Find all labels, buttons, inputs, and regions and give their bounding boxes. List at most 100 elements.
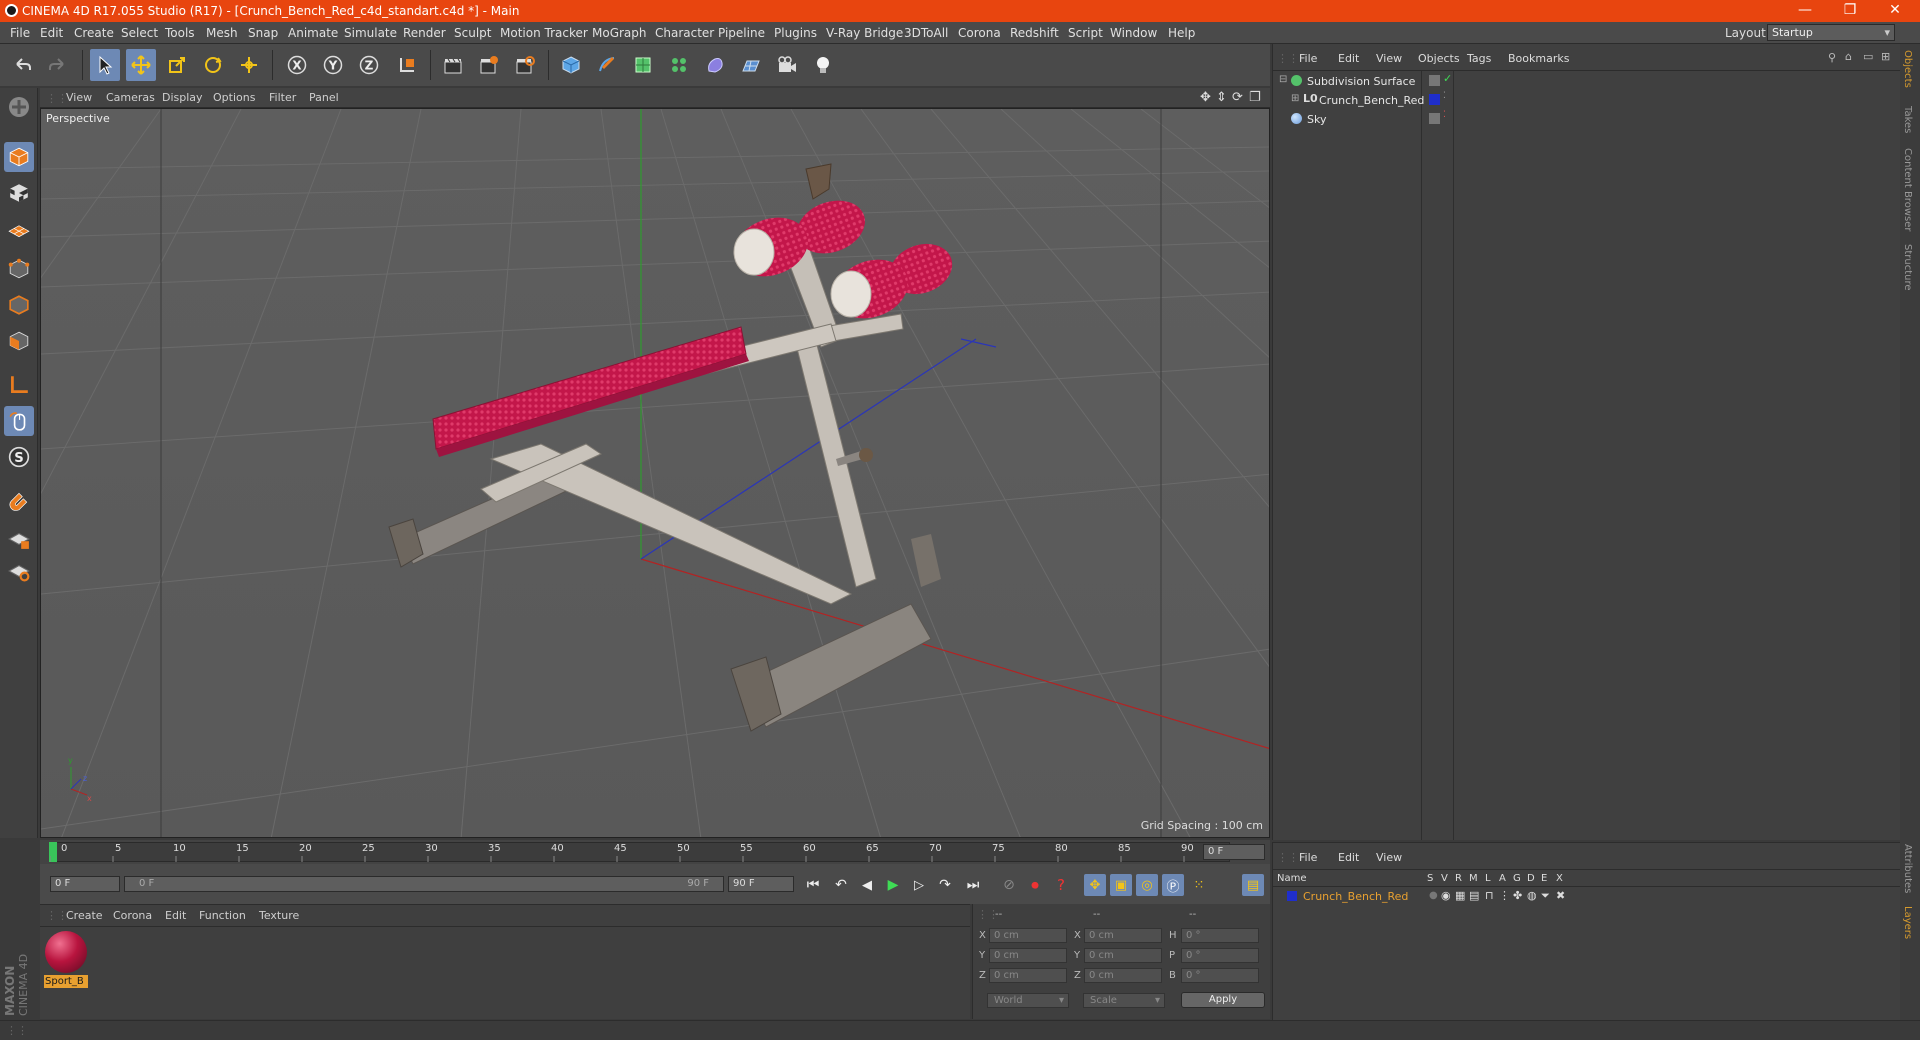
menu-character[interactable]: Character	[655, 26, 714, 40]
position-z-field[interactable]: 0 cm	[989, 968, 1067, 983]
menu-animate[interactable]: Animate	[288, 26, 338, 40]
add-environment-button[interactable]	[736, 49, 766, 81]
manager-icon[interactable]: ▤	[1469, 889, 1479, 902]
material-menu-function[interactable]: Function	[199, 909, 246, 922]
material-menu-texture[interactable]: Texture	[259, 909, 299, 922]
object-menu-edit[interactable]: Edit	[1338, 52, 1359, 65]
menu-script[interactable]: Script	[1068, 26, 1103, 40]
coordinate-mode-select[interactable]: World ▾	[987, 993, 1069, 1008]
home-icon[interactable]: ⌂	[1845, 50, 1852, 63]
rotation-b-field[interactable]: 0 °	[1181, 968, 1259, 983]
x-axis-button[interactable]: X	[282, 49, 312, 81]
y-axis-button[interactable]: Y	[318, 49, 348, 81]
menu-redshift[interactable]: Redshift	[1010, 26, 1059, 40]
menu-3dtoall[interactable]: 3DToAll	[904, 26, 948, 40]
solo-mode-button[interactable]: S	[4, 442, 34, 472]
key-position-button[interactable]: ✥	[1084, 874, 1106, 896]
tab-structure[interactable]: Structure	[1902, 244, 1913, 291]
model-mode-button[interactable]	[4, 142, 34, 172]
add-mograph-button[interactable]	[664, 49, 694, 81]
material-menu-create[interactable]: Create	[66, 909, 103, 922]
viewport-menu-display[interactable]: Display	[162, 91, 203, 104]
add-cube-button[interactable]	[556, 49, 586, 81]
edges-mode-button[interactable]	[4, 290, 34, 320]
go-to-end-button[interactable]: ⏭	[962, 874, 984, 896]
expression-icon[interactable]: ⏷	[1541, 889, 1550, 903]
apply-button[interactable]: Apply	[1181, 992, 1265, 1008]
close-button[interactable]: ✕	[1875, 2, 1915, 18]
viewport-move-icon[interactable]: ✥	[1200, 90, 1211, 105]
transform-tool-button[interactable]	[234, 49, 264, 81]
viewport-menu-options[interactable]: Options	[213, 91, 255, 104]
object-menu-tags[interactable]: Tags	[1467, 52, 1491, 65]
add-deformer-button[interactable]	[700, 49, 730, 81]
position-x-field[interactable]: 0 cm	[989, 928, 1067, 943]
menu-sculpt[interactable]: Sculpt	[454, 26, 491, 40]
move-tool-button[interactable]	[126, 49, 156, 81]
menu-motion-tracker[interactable]: Motion Tracker	[500, 26, 588, 40]
key-parameter-button[interactable]: Ⓟ	[1162, 874, 1184, 896]
size-x-field[interactable]: 0 cm	[1084, 928, 1162, 943]
timeline-ruler[interactable]: 0 5 10 15 20 25 30 35 40 45 50 55 60 65 …	[40, 840, 1270, 864]
menu-create[interactable]: Create	[74, 26, 114, 40]
object-row-sky[interactable]: Sky ⁚	[1275, 110, 1901, 129]
render-view-button[interactable]	[438, 49, 468, 81]
rotation-p-field[interactable]: 0 °	[1181, 948, 1259, 963]
add-spline-button[interactable]	[592, 49, 622, 81]
add-light-button[interactable]	[808, 49, 838, 81]
end-frame-field[interactable]: 90 F	[728, 876, 794, 892]
motion-record-button[interactable]: ⊘	[998, 874, 1020, 896]
previous-key-button[interactable]: ↶	[830, 874, 852, 896]
generator-icon[interactable]: ✤	[1513, 889, 1522, 902]
size-mode-select[interactable]: Scale ▾	[1083, 993, 1165, 1008]
timeline-window-button[interactable]: ▤	[1242, 874, 1264, 896]
menu-corona[interactable]: Corona	[958, 26, 1001, 40]
previous-frame-button[interactable]: ◀	[856, 874, 878, 896]
animation-icon[interactable]: ⋮	[1499, 889, 1510, 902]
key-scale-button[interactable]: ▣	[1110, 874, 1132, 896]
restore-button[interactable]: ❐	[1830, 2, 1870, 18]
tweak-mode-button[interactable]	[4, 406, 34, 436]
render-settings-button[interactable]	[510, 49, 540, 81]
tab-layers[interactable]: Layers	[1902, 906, 1913, 939]
menu-window[interactable]: Window	[1110, 26, 1157, 40]
layer-menu-edit[interactable]: Edit	[1338, 851, 1359, 864]
play-button[interactable]: ▶	[882, 874, 904, 896]
object-menu-objects[interactable]: Objects	[1418, 52, 1460, 65]
texture-mode-button[interactable]	[4, 178, 34, 208]
visibility-dots-icon[interactable]: ⁚	[1443, 110, 1446, 120]
menu-pipeline[interactable]: Pipeline	[718, 26, 765, 40]
visible-eye-icon[interactable]: ◉	[1441, 889, 1451, 902]
menu-plugins[interactable]: Plugins	[774, 26, 817, 40]
start-frame-field[interactable]: 0 F	[50, 876, 120, 892]
search-icon[interactable]: ⚲	[1828, 51, 1836, 64]
render-picture-viewer-button[interactable]	[474, 49, 504, 81]
solo-toggle-icon[interactable]: ●	[1429, 890, 1438, 901]
rotate-tool-button[interactable]	[198, 49, 228, 81]
workplane-mode-button[interactable]	[4, 214, 34, 244]
object-menu-bookmarks[interactable]: Bookmarks	[1508, 52, 1569, 65]
layer-color-swatch[interactable]	[1287, 891, 1297, 901]
next-key-button[interactable]: ↷	[934, 874, 956, 896]
minimize-panel-icon[interactable]: ▭	[1863, 50, 1873, 63]
menu-simulate[interactable]: Simulate	[344, 26, 397, 40]
collapse-icon[interactable]: ⊟	[1279, 74, 1287, 85]
viewport-menu-cameras[interactable]: Cameras	[106, 91, 155, 104]
scale-tool-button[interactable]	[162, 49, 192, 81]
menu-render[interactable]: Render	[403, 26, 446, 40]
axis-mode-button[interactable]	[4, 370, 34, 400]
redo-button[interactable]	[42, 49, 72, 81]
undo-button[interactable]	[8, 49, 38, 81]
go-to-start-button[interactable]: ⏮	[802, 874, 824, 896]
material-menu-edit[interactable]: Edit	[165, 909, 186, 922]
rotation-h-field[interactable]: 0 °	[1181, 928, 1259, 943]
layer-row[interactable]: Crunch_Bench_Red ● ◉ ▦ ▤ ⊓ ⋮ ✤ ◍ ⏷ ✖	[1273, 888, 1901, 905]
z-axis-button[interactable]: Z	[354, 49, 384, 81]
menu-mograph[interactable]: MoGraph	[592, 26, 647, 40]
planar-workplane-button[interactable]	[4, 556, 34, 586]
size-z-field[interactable]: 0 cm	[1084, 968, 1162, 983]
menu-file[interactable]: File	[10, 26, 30, 40]
current-frame-field[interactable]: 0 F	[1203, 844, 1265, 860]
tab-takes[interactable]: Takes	[1902, 106, 1913, 133]
position-y-field[interactable]: 0 cm	[989, 948, 1067, 963]
